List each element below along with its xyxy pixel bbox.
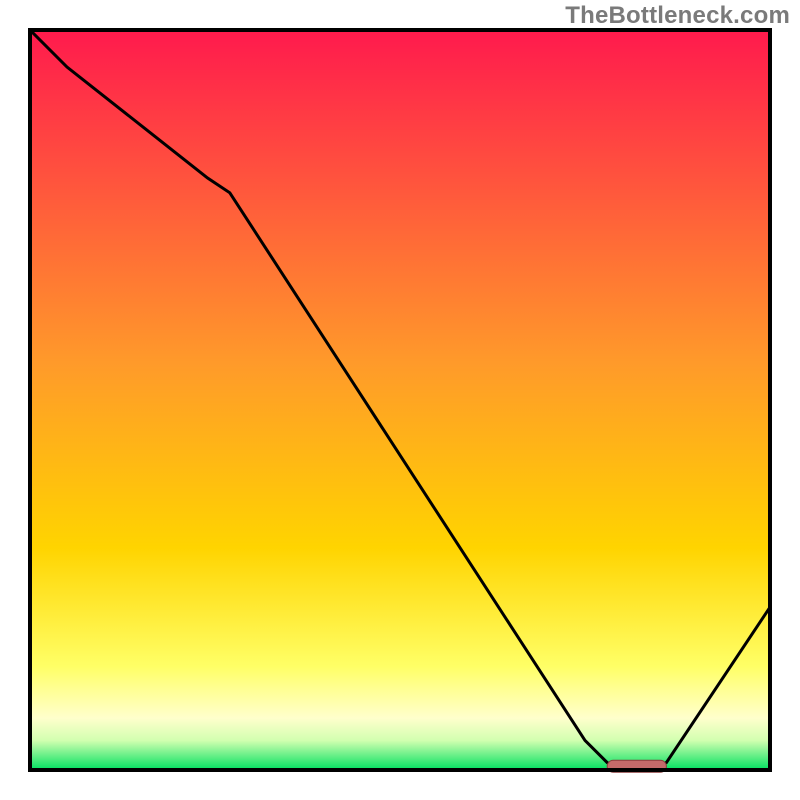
chart-svg <box>0 0 800 800</box>
plot-background <box>30 30 770 770</box>
chart-container: TheBottleneck.com <box>0 0 800 800</box>
watermark-text: TheBottleneck.com <box>565 2 790 30</box>
